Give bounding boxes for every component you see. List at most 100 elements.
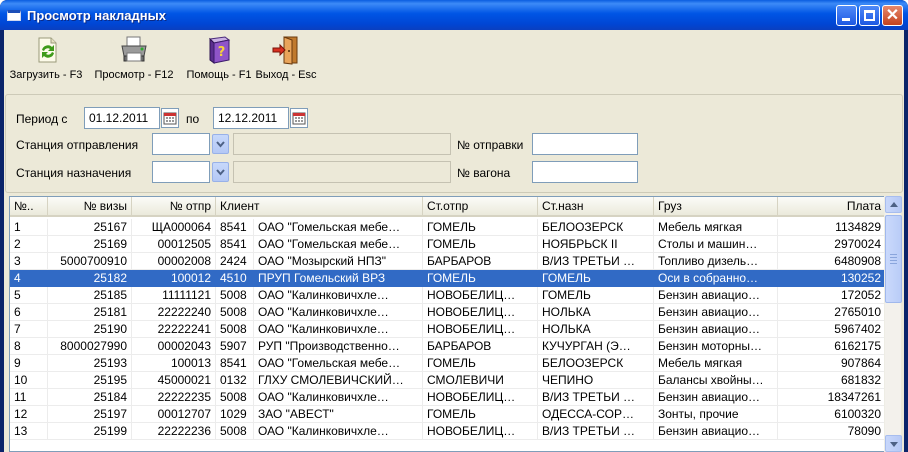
scroll-thumb[interactable] bbox=[885, 215, 902, 303]
date-to-calendar-button[interactable] bbox=[290, 108, 308, 128]
minimize-button[interactable] bbox=[836, 5, 857, 26]
maximize-icon bbox=[864, 10, 875, 21]
cell-shipment-number: 00012707 bbox=[132, 406, 216, 423]
cell-station-to: ЧЕПИНО bbox=[538, 372, 654, 389]
exit-button[interactable]: Выход - Esc bbox=[254, 34, 318, 81]
load-button[interactable]: Загрузить - F3 bbox=[8, 34, 84, 81]
svg-text:?: ? bbox=[218, 45, 226, 60]
table-row[interactable]: 5 25185 11111121 5008 ОАО "Калинковичхле… НОВ… bbox=[10, 287, 884, 304]
shipment-no-field[interactable] bbox=[532, 133, 638, 155]
column-header-shipment-number[interactable]: № отпр bbox=[132, 197, 216, 217]
cell-fee: 907864 bbox=[778, 355, 884, 372]
cell-station-to: В/ИЗ ТРЕТЬИ … bbox=[538, 389, 654, 406]
table-row[interactable]: 10 25195 45000021 0132 ГЛХУ СМОЛЕВИЧСКИЙ… СМО… bbox=[10, 372, 884, 389]
station-to-dropdown-button[interactable] bbox=[212, 162, 229, 182]
cell-visa-number: 25193 bbox=[48, 355, 132, 372]
cell-row-number: 13 bbox=[10, 423, 48, 440]
cell-fee: 6480908 bbox=[778, 253, 884, 270]
cell-fee: 172052 bbox=[778, 287, 884, 304]
table-row[interactable]: 4 25182 100012 4510 ПРУП Гомельский ВРЗ ГОМЕЛ… bbox=[10, 270, 884, 287]
column-header-station-to[interactable]: Ст.назн bbox=[538, 197, 654, 217]
help-button[interactable]: ? Помощь - F1 bbox=[184, 34, 254, 81]
cell-row-number: 5 bbox=[10, 287, 48, 304]
table-row[interactable]: 7 25190 22222241 5008 ОАО "Калинковичхле… НОВ… bbox=[10, 321, 884, 338]
thumb-grip bbox=[890, 263, 897, 264]
minimize-icon bbox=[842, 18, 850, 21]
close-button[interactable]: ✕ bbox=[882, 5, 903, 26]
cell-client-name: ОАО "Мозырский НПЗ" bbox=[254, 253, 423, 270]
title-bar[interactable]: Просмотр накладных ✕ bbox=[0, 0, 908, 30]
cell-fee: 78090 bbox=[778, 423, 884, 440]
period-label: Период с bbox=[16, 112, 68, 126]
cell-cargo: Бензин авиацио… bbox=[654, 321, 778, 338]
cell-row-number: 11 bbox=[10, 389, 48, 406]
cell-cargo: Бензин авиацио… bbox=[654, 389, 778, 406]
chevron-down-icon bbox=[216, 169, 225, 176]
preview-button[interactable]: Просмотр - F12 bbox=[94, 34, 174, 81]
table-row[interactable]: 8 8000027990 00002043 5907 РУП "Производстве… bbox=[10, 338, 884, 355]
calendar-icon bbox=[292, 112, 306, 125]
cell-fee: 18347261 bbox=[778, 389, 884, 406]
station-from-code-field[interactable] bbox=[152, 133, 210, 155]
cell-visa-number: 25195 bbox=[48, 372, 132, 389]
cell-client-code: 8541 bbox=[216, 219, 254, 236]
cell-client-code: 2424 bbox=[216, 253, 254, 270]
cell-station-from: НОВОБЕЛИЦ… bbox=[423, 423, 538, 440]
date-from-field[interactable]: 01.12.2011 bbox=[84, 107, 160, 129]
exit-door-icon bbox=[272, 36, 298, 65]
maximize-button[interactable] bbox=[859, 5, 880, 26]
date-to-field[interactable]: 12.12.2011 bbox=[213, 107, 289, 129]
column-header-visa-number[interactable]: № визы bbox=[48, 197, 132, 217]
column-header-station-from[interactable]: Ст.отпр bbox=[423, 197, 538, 217]
cell-client-name: ОАО "Калинковичхле… bbox=[254, 321, 423, 338]
station-from-dropdown-button[interactable] bbox=[212, 134, 229, 154]
station-from-label: Станция отправления bbox=[16, 138, 139, 152]
cell-client-code: 4510 bbox=[216, 270, 254, 287]
cell-visa-number: 25199 bbox=[48, 423, 132, 440]
table-row[interactable]: 11 25184 22222235 5008 ОАО "Калинковичхле… НО… bbox=[10, 389, 884, 406]
cell-client-name: ОАО "Гомельская мебе… bbox=[254, 355, 423, 372]
table-row[interactable]: 12 25197 00012707 1029 ЗАО "АВЕСТ" ГОМЕЛЬ ОДЕС… bbox=[10, 406, 884, 423]
cell-cargo: Бензин авиацио… bbox=[654, 287, 778, 304]
grid-vertical-scrollbar[interactable] bbox=[884, 196, 902, 452]
cell-cargo: Столы и машин… bbox=[654, 236, 778, 253]
cell-station-to: БЕЛООЗЕРСК bbox=[538, 355, 654, 372]
column-header-client[interactable]: Клиент bbox=[216, 197, 423, 217]
table-row[interactable]: 6 25181 22222240 5008 ОАО "Калинковичхле… НОВ… bbox=[10, 304, 884, 321]
wagon-no-field[interactable] bbox=[532, 161, 638, 183]
table-row[interactable]: 13 25199 22222236 5008 ОАО "Калинковичхле… НО… bbox=[10, 423, 884, 440]
scroll-up-button[interactable] bbox=[885, 196, 902, 213]
table-row[interactable]: 3 5000700910 00002008 2424 ОАО "Мозырский НП… bbox=[10, 253, 884, 270]
station-to-code-field[interactable] bbox=[152, 161, 210, 183]
cell-visa-number: 25181 bbox=[48, 304, 132, 321]
cell-fee: 681832 bbox=[778, 372, 884, 389]
date-from-calendar-button[interactable] bbox=[161, 108, 179, 128]
cell-row-number: 6 bbox=[10, 304, 48, 321]
table-row[interactable]: 1 25167 ЩА000064 8541 ОАО "Гомельская мебе… Г… bbox=[10, 219, 884, 236]
cell-client-code: 8541 bbox=[216, 355, 254, 372]
window-title: Просмотр накладных bbox=[27, 8, 166, 23]
cell-visa-number: 25169 bbox=[48, 236, 132, 253]
app-window: Просмотр накладных ✕ Загрузить - F3 Прос… bbox=[0, 0, 908, 452]
column-header-fee[interactable]: Плата bbox=[778, 197, 884, 217]
table-row[interactable]: 2 25169 00012505 8541 ОАО "Гомельская мебе… Г… bbox=[10, 236, 884, 253]
cell-client-code: 5008 bbox=[216, 321, 254, 338]
cell-cargo: Бензин авиацио… bbox=[654, 423, 778, 440]
load-label: Загрузить - F3 bbox=[9, 69, 83, 81]
calendar-icon bbox=[163, 112, 177, 125]
column-header-cargo[interactable]: Груз bbox=[654, 197, 778, 217]
cell-station-from: ГОМЕЛЬ bbox=[423, 406, 538, 423]
waybill-grid[interactable]: №.. № визы № отпр Клиент Ст.отпр Ст.назн Груз П… bbox=[9, 196, 885, 452]
arrow-down-icon bbox=[890, 442, 898, 447]
cell-visa-number: 25182 bbox=[48, 270, 132, 287]
load-icon bbox=[38, 37, 57, 63]
cell-client-name: ЗАО "АВЕСТ" bbox=[254, 406, 423, 423]
scroll-down-button[interactable] bbox=[885, 435, 902, 452]
column-header-row-number[interactable]: №.. bbox=[10, 197, 48, 217]
exit-label: Выход - Esc bbox=[255, 69, 317, 81]
wagon-no-label: № вагона bbox=[457, 166, 511, 180]
cell-visa-number: 25167 bbox=[48, 219, 132, 236]
cell-shipment-number: 22222240 bbox=[132, 304, 216, 321]
table-row[interactable]: 9 25193 100013 8541 ОАО "Гомельская мебе… ГОМ… bbox=[10, 355, 884, 372]
cell-fee: 6100320 bbox=[778, 406, 884, 423]
